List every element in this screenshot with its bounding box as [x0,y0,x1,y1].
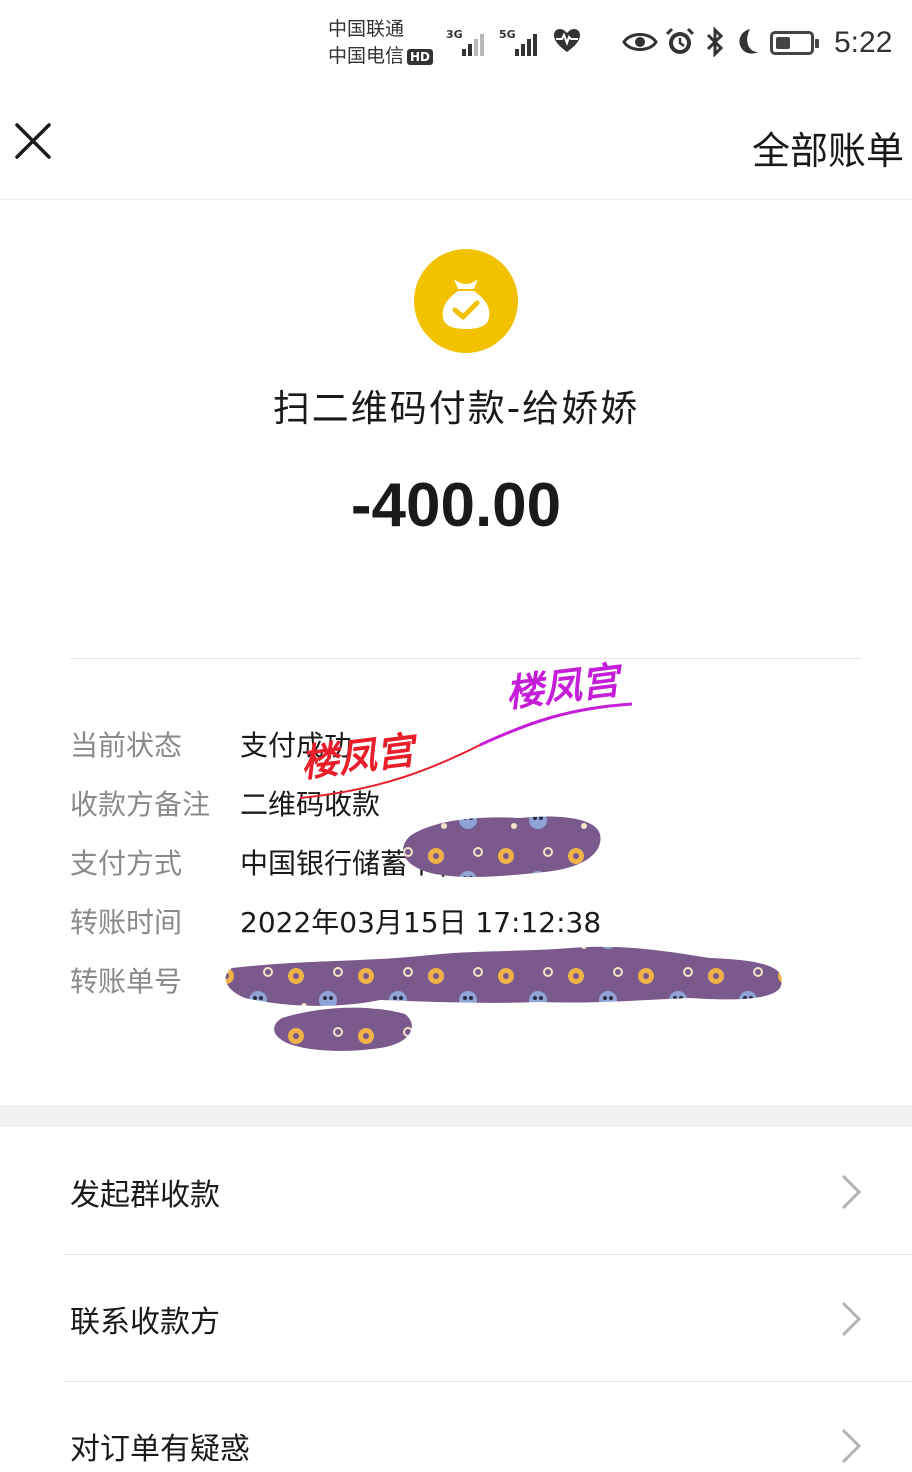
money-bag-check-icon [414,249,518,353]
signal-icon: 3G [446,28,490,56]
battery-icon [770,31,819,55]
moon-icon [739,29,758,54]
close-icon[interactable] [14,122,52,160]
chevron-right-icon [841,1428,862,1464]
contact-payee-item[interactable]: 联系收款方 [0,1255,912,1381]
status-label: 当前状态 [70,729,183,762]
start-group-collect-label: 发起群收款 [70,1178,220,1213]
order-question-label: 对订单有疑惑 [70,1432,250,1467]
header-divider [0,199,912,200]
chevron-right-icon [841,1174,862,1210]
clock: 5:22 [834,26,893,59]
carrier-info: 中国联通 中国电信 HD [328,16,434,70]
payee-note-label: 收款方备注 [70,788,211,821]
amount: -400.00 [350,471,562,540]
contact-payee-label: 联系收款方 [70,1305,220,1340]
all-bills-button[interactable]: 全部账单 [752,120,904,175]
payment-method-value: 中国银行储蓄卡( [240,847,447,880]
chevron-right-icon [841,1301,862,1337]
transfer-time-label: 转账时间 [70,906,183,939]
eye-icon [622,33,658,51]
order-question-item[interactable]: 对订单有疑惑 [0,1382,912,1472]
payee-note-value: 二维码收款 [240,788,381,821]
transfer-id-label: 转账单号 [70,965,183,998]
watermark-text-2: 楼凤宫 [503,658,622,716]
detail-divider [70,658,862,659]
status-bar: 中国联通 中国电信 HD 3G 5G 5:22 [0,0,912,90]
bluetooth-icon [706,26,724,58]
start-group-collect-item[interactable]: 发起群收款 [0,1128,912,1254]
carrier-2: 中国电信 [328,45,405,67]
section-separator [0,1105,912,1127]
heart-rate-icon [554,29,580,52]
payee-title: 扫二维码付款-给娇娇 [272,387,640,430]
alarm-icon [665,27,695,54]
network-type-2: 5G [499,28,516,41]
network-type-1: 3G [446,28,463,41]
hd-badge: HD [407,48,434,65]
transfer-time-value: 2022年03月15日 17:12:38 [240,906,602,939]
signal-icon-2: 5G [499,28,545,56]
payment-method-label: 支付方式 [70,847,183,880]
carrier-1: 中国联通 [328,18,405,40]
